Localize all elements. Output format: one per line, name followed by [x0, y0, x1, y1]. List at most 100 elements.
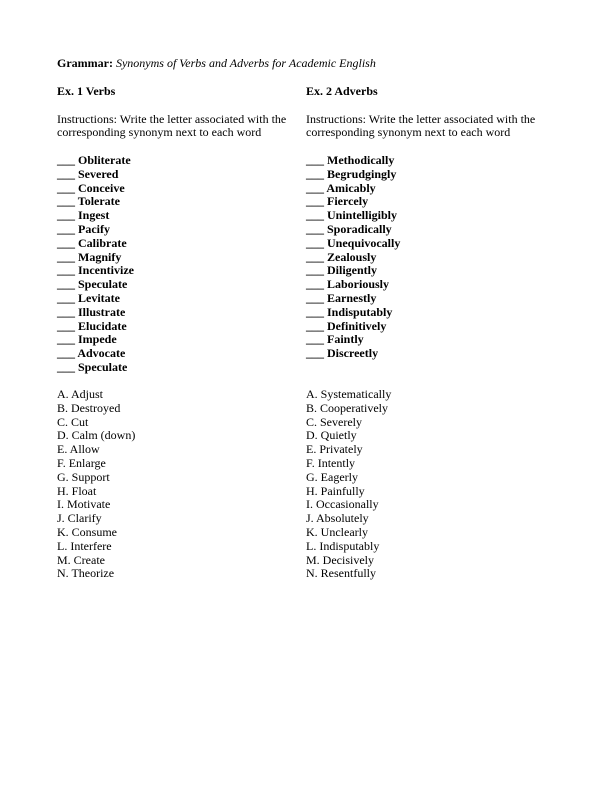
- word-item: ___ Unintelligibly: [306, 208, 546, 223]
- word-label: Obliterate: [78, 152, 131, 167]
- word-label: Conceive: [78, 180, 125, 195]
- word-item: ___ Discreetly: [306, 346, 546, 361]
- word-label: Amicably: [326, 180, 376, 195]
- word-label: Illustrate: [78, 304, 126, 319]
- option-item: D. Calm (down): [57, 428, 136, 443]
- option-item: A. Systematically: [306, 387, 392, 401]
- option-item: N. Resentfully: [306, 566, 376, 581]
- word-item: ___ Faintly: [306, 332, 546, 347]
- answer-blank[interactable]: ___: [57, 222, 75, 237]
- option-item: N. Theorize: [57, 566, 115, 581]
- word-label: Sporadically: [327, 221, 392, 236]
- word-label: Incentivize: [78, 263, 134, 278]
- option-item: J. Absolutely: [306, 511, 369, 526]
- word-item: ___ Sporadically: [306, 221, 546, 237]
- option-item: C. Cut: [57, 414, 89, 429]
- word-item: ___ Diligently: [306, 263, 546, 278]
- option-item: J. Clarify: [57, 511, 102, 526]
- answer-blank[interactable]: ___: [57, 346, 75, 361]
- word-item: ___ Unequivocally: [306, 235, 546, 251]
- word-label: Discreetly: [327, 346, 379, 361]
- option-item: E. Allow: [57, 442, 100, 457]
- word-label: Faintly: [327, 332, 364, 347]
- word-label: Indisputably: [327, 304, 393, 319]
- answer-blank[interactable]: ___: [57, 291, 75, 306]
- word-label: Speculate: [78, 277, 128, 292]
- word-label: Methodically: [327, 152, 395, 167]
- word-item: ___ Methodically: [306, 152, 546, 168]
- title-label: Grammar:: [57, 56, 113, 70]
- answer-blank[interactable]: ___: [57, 236, 75, 251]
- word-item: ___ Advocate: [57, 346, 297, 361]
- answer-blank[interactable]: ___: [306, 250, 324, 265]
- exercise-1-verbs: Ex. 1 Verbs Instructions: Write the lett…: [57, 84, 297, 580]
- answer-blank[interactable]: ___: [57, 360, 75, 375]
- answer-blank[interactable]: ___: [57, 333, 75, 347]
- answer-blank[interactable]: ___: [57, 153, 75, 168]
- option-item: B. Cooperatively: [306, 400, 388, 415]
- word-label: Advocate: [77, 346, 126, 361]
- answer-blank[interactable]: ___: [306, 208, 324, 223]
- word-label: Laboriously: [327, 277, 390, 292]
- answer-blank[interactable]: ___: [306, 319, 324, 334]
- answer-blank[interactable]: ___: [57, 319, 75, 334]
- answer-blank[interactable]: ___: [306, 153, 324, 168]
- answer-blank[interactable]: ___: [306, 167, 324, 182]
- word-item: ___ Severed: [57, 167, 297, 182]
- word-label: Diligently: [327, 263, 377, 278]
- answer-blank[interactable]: ___: [57, 181, 75, 196]
- option-item: I. Occasionally: [306, 497, 379, 512]
- exercise-heading: Ex. 2 Adverbs: [306, 84, 378, 98]
- answer-blank[interactable]: ___: [306, 277, 324, 292]
- option-item: E. Privately: [306, 442, 363, 457]
- word-item: ___ Laboriously: [306, 277, 546, 292]
- option-item: M. Decisively: [306, 552, 374, 567]
- word-item: ___ Calibrate: [57, 236, 297, 251]
- option-list: A. Adjust B. Destroyed C. Cut D. Calm (down…: [57, 387, 136, 581]
- answer-blank[interactable]: ___: [57, 250, 75, 265]
- answer-blank[interactable]: ___: [306, 195, 324, 209]
- word-item: ___ Amicably: [306, 180, 546, 196]
- word-label: Earnestly: [327, 290, 377, 305]
- word-item: ___ Conceive: [57, 180, 297, 196]
- answer-blank[interactable]: ___: [57, 264, 75, 278]
- word-label: Begrudgingly: [327, 166, 397, 181]
- option-item: L. Interfere: [57, 538, 112, 553]
- word-label: Elucidate: [78, 318, 127, 333]
- answer-blank[interactable]: ___: [306, 333, 324, 347]
- answer-blank[interactable]: ___: [57, 277, 75, 292]
- word-label: Magnify: [78, 249, 122, 264]
- word-item: ___ Zealously: [306, 250, 546, 265]
- answer-blank[interactable]: ___: [306, 346, 324, 361]
- answer-blank[interactable]: ___: [306, 291, 324, 306]
- word-label: Unequivocally: [327, 235, 401, 250]
- answer-blank[interactable]: ___: [306, 181, 324, 196]
- word-item: ___ Ingest: [57, 208, 297, 223]
- option-item: L. Indisputably: [306, 538, 380, 553]
- answer-blank[interactable]: ___: [57, 167, 75, 182]
- option-item: G. Support: [57, 469, 110, 484]
- answer-blank[interactable]: ___: [306, 236, 324, 251]
- exercise-instructions: Instructions: Write the letter associate…: [306, 111, 536, 140]
- option-item: D. Quietly: [306, 428, 357, 443]
- word-item: ___ Elucidate: [57, 318, 297, 334]
- answer-blank[interactable]: ___: [306, 264, 324, 278]
- answer-blank[interactable]: ___: [306, 305, 324, 320]
- word-item: ___ Speculate: [57, 360, 297, 375]
- exercise-heading: Ex. 1 Verbs: [57, 84, 116, 98]
- word-label: Definitively: [327, 318, 387, 333]
- answer-blank[interactable]: ___: [57, 195, 75, 209]
- answer-blank[interactable]: ___: [57, 208, 75, 223]
- option-item: B. Destroyed: [57, 400, 121, 415]
- answer-blank[interactable]: ___: [306, 222, 324, 237]
- word-item: ___ Incentivize: [57, 263, 297, 278]
- option-item: C. Severely: [306, 414, 362, 429]
- exercise-instructions: Instructions: Write the letter associate…: [57, 111, 287, 140]
- word-item: ___ Magnify: [57, 249, 297, 265]
- word-item: ___ Indisputably: [306, 304, 546, 320]
- word-label: Impede: [78, 332, 117, 347]
- answer-blank[interactable]: ___: [57, 305, 75, 320]
- word-item: ___ Pacify: [57, 222, 297, 237]
- word-item: ___ Speculate: [57, 277, 297, 292]
- option-item: I. Motivate: [57, 497, 111, 512]
